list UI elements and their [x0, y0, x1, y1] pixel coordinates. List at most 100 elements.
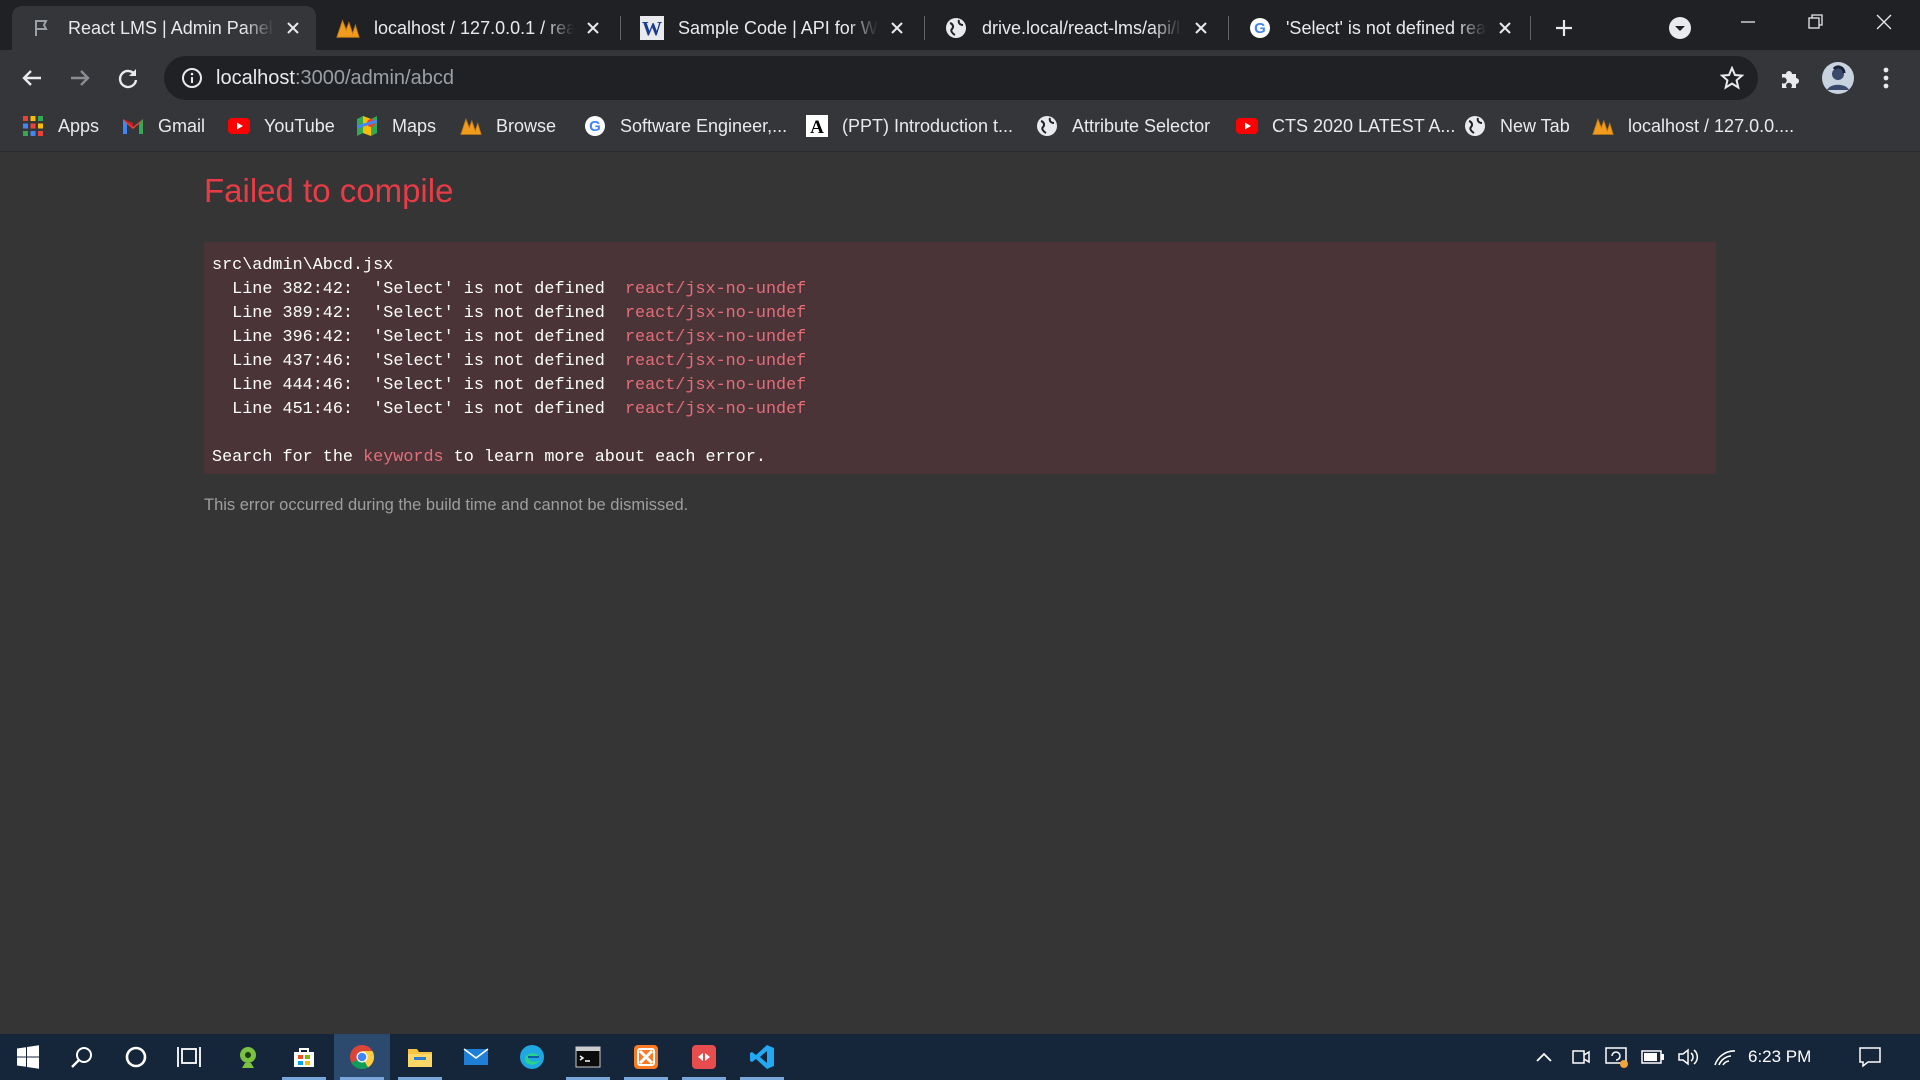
bookmark-gmail[interactable]: Gmail: [122, 106, 205, 146]
error-location: Line 451:46:: [232, 400, 354, 419]
meet-now-button[interactable]: [1566, 1034, 1596, 1080]
postman-icon: [692, 1045, 716, 1069]
bookmark-label: localhost / 127.0.0....: [1628, 115, 1795, 136]
bookmark-attribute-selector[interactable]: Attribute Selector: [1036, 106, 1210, 146]
close-icon[interactable]: [282, 17, 304, 39]
address-url: localhost:3000/admin/abcd: [216, 67, 454, 90]
extensions-button[interactable]: [1772, 60, 1808, 96]
terminal-taskbar-app[interactable]: [560, 1034, 616, 1080]
bookmark-label: Apps: [58, 115, 100, 136]
globe-icon: [1464, 115, 1486, 137]
tab-title: 'Select' is not defined react: [1286, 17, 1486, 38]
close-icon: [1876, 14, 1892, 30]
tab-title: localhost / 127.0.0.1 / react: [374, 17, 574, 38]
vscode-icon: [750, 1045, 774, 1069]
close-icon[interactable]: [1190, 17, 1212, 39]
task-view-button[interactable]: [162, 1034, 218, 1080]
maps-icon: [356, 115, 378, 137]
battery-icon: [1641, 1050, 1664, 1064]
store-taskbar-app[interactable]: [276, 1034, 332, 1080]
cortana-button[interactable]: [108, 1034, 164, 1080]
tab-drive-local[interactable]: drive.local/react-lms/api/l: [926, 6, 1224, 50]
bookmark-software-engineer[interactable]: G Software Engineer,...: [584, 106, 787, 146]
error-location: Line 444:46:: [232, 376, 354, 395]
tab-google-search[interactable]: G 'Select' is not defined react: [1230, 6, 1528, 50]
start-icon: [17, 1045, 39, 1069]
bookmark-star-icon[interactable]: [1719, 65, 1745, 90]
postman-taskbar-app[interactable]: [676, 1034, 732, 1080]
tab-divider: [1228, 16, 1229, 40]
show-hidden-icons-button[interactable]: [1530, 1034, 1558, 1080]
edge-taskbar-app[interactable]: [504, 1034, 560, 1080]
update-status-button[interactable]: [1602, 1034, 1632, 1080]
mail-taskbar-app[interactable]: [448, 1034, 504, 1080]
close-window-button[interactable]: [1850, 0, 1918, 44]
bookmark-browse[interactable]: Browse: [460, 106, 556, 146]
error-footer: This error occurred during the build tim…: [204, 496, 689, 514]
plus-icon: [1556, 20, 1572, 36]
bookmark-maps[interactable]: Maps: [356, 106, 436, 146]
chevron-up-icon: [1536, 1052, 1552, 1062]
puzzle-icon: [1782, 71, 1799, 88]
close-icon[interactable]: [886, 17, 908, 39]
tab-search-button[interactable]: [1664, 12, 1696, 44]
volume-button[interactable]: [1674, 1034, 1704, 1080]
tab-strip: React LMS | Admin Panel localhost / 127.…: [0, 0, 1920, 50]
bookmark-apps[interactable]: Apps: [22, 106, 99, 146]
tab-react-lms[interactable]: React LMS | Admin Panel: [12, 6, 316, 50]
bookmark-localhost[interactable]: localhost / 127.0.0....: [1592, 106, 1794, 146]
tab-sample-code[interactable]: W Sample Code | API for Wiz: [622, 6, 920, 50]
error-location: Line 437:46:: [232, 352, 354, 371]
chrome-taskbar-app[interactable]: [334, 1034, 390, 1080]
bookmark-label: Gmail: [158, 115, 206, 136]
start-button[interactable]: [0, 1034, 56, 1080]
svg-text:G: G: [589, 118, 601, 135]
error-rule: react/jsx-no-undef: [624, 352, 807, 371]
restore-button[interactable]: [1782, 0, 1850, 44]
word-w-icon: W: [640, 16, 664, 40]
error-message: 'Select' is not defined: [373, 328, 605, 347]
bookmark-label: Attribute Selector: [1072, 115, 1211, 136]
edge-icon: [520, 1045, 544, 1069]
close-icon[interactable]: [1494, 17, 1516, 39]
bookmark-cts-2020[interactable]: CTS 2020 LATEST A...: [1236, 106, 1455, 146]
phpmyadmin-icon: [336, 16, 360, 40]
cortana-icon: [125, 1046, 147, 1068]
reload-button[interactable]: [110, 60, 146, 96]
back-button[interactable]: [14, 60, 50, 96]
battery-button[interactable]: [1638, 1034, 1668, 1080]
new-tab-button[interactable]: [1548, 12, 1580, 44]
notification-icon: [1859, 1047, 1881, 1068]
address-bar[interactable]: localhost:3000/admin/abcd: [164, 56, 1758, 100]
tab-title: drive.local/react-lms/api/l: [982, 17, 1181, 38]
file-explorer-icon: [408, 1049, 432, 1067]
vscode-taskbar-app[interactable]: [734, 1034, 790, 1080]
chrome-icon: [350, 1045, 375, 1070]
tab-divider: [620, 16, 621, 40]
search-button[interactable]: [54, 1034, 110, 1080]
bookmark-youtube[interactable]: YouTube: [228, 106, 335, 146]
file-explorer-taskbar-app[interactable]: [392, 1034, 448, 1080]
bookmark-label: New Tab: [1500, 115, 1570, 136]
windows-taskbar: 6:23 PM: [0, 1034, 1920, 1080]
forward-button[interactable]: [62, 60, 98, 96]
minimize-button[interactable]: [1714, 0, 1782, 44]
tab-phpmyadmin[interactable]: localhost / 127.0.0.1 / react: [318, 6, 616, 50]
taskbar-clock[interactable]: 6:23 PM: [1748, 1034, 1811, 1080]
browser-toolbar: localhost:3000/admin/abcd: [0, 50, 1920, 106]
svg-text:W: W: [642, 18, 662, 40]
bookmark-label: Maps: [392, 115, 437, 136]
error-line: Line 437:46: 'Select' is not defined rea…: [212, 350, 1708, 374]
action-center-button[interactable]: [1852, 1034, 1888, 1080]
network-button[interactable]: [1710, 1034, 1740, 1080]
xampp-taskbar-app[interactable]: [618, 1034, 674, 1080]
greenshot-taskbar-app[interactable]: [220, 1034, 276, 1080]
menu-button[interactable]: [1868, 60, 1904, 96]
bookmark-ppt-introduction[interactable]: A (PPT) Introduction t...: [806, 106, 1013, 146]
task-view-icon: [177, 1047, 201, 1067]
profile-avatar[interactable]: [1820, 60, 1856, 96]
bookmark-new-tab[interactable]: New Tab: [1464, 106, 1570, 146]
info-icon[interactable]: [180, 66, 204, 90]
close-icon[interactable]: [582, 17, 604, 39]
academia-icon: A: [806, 115, 828, 137]
